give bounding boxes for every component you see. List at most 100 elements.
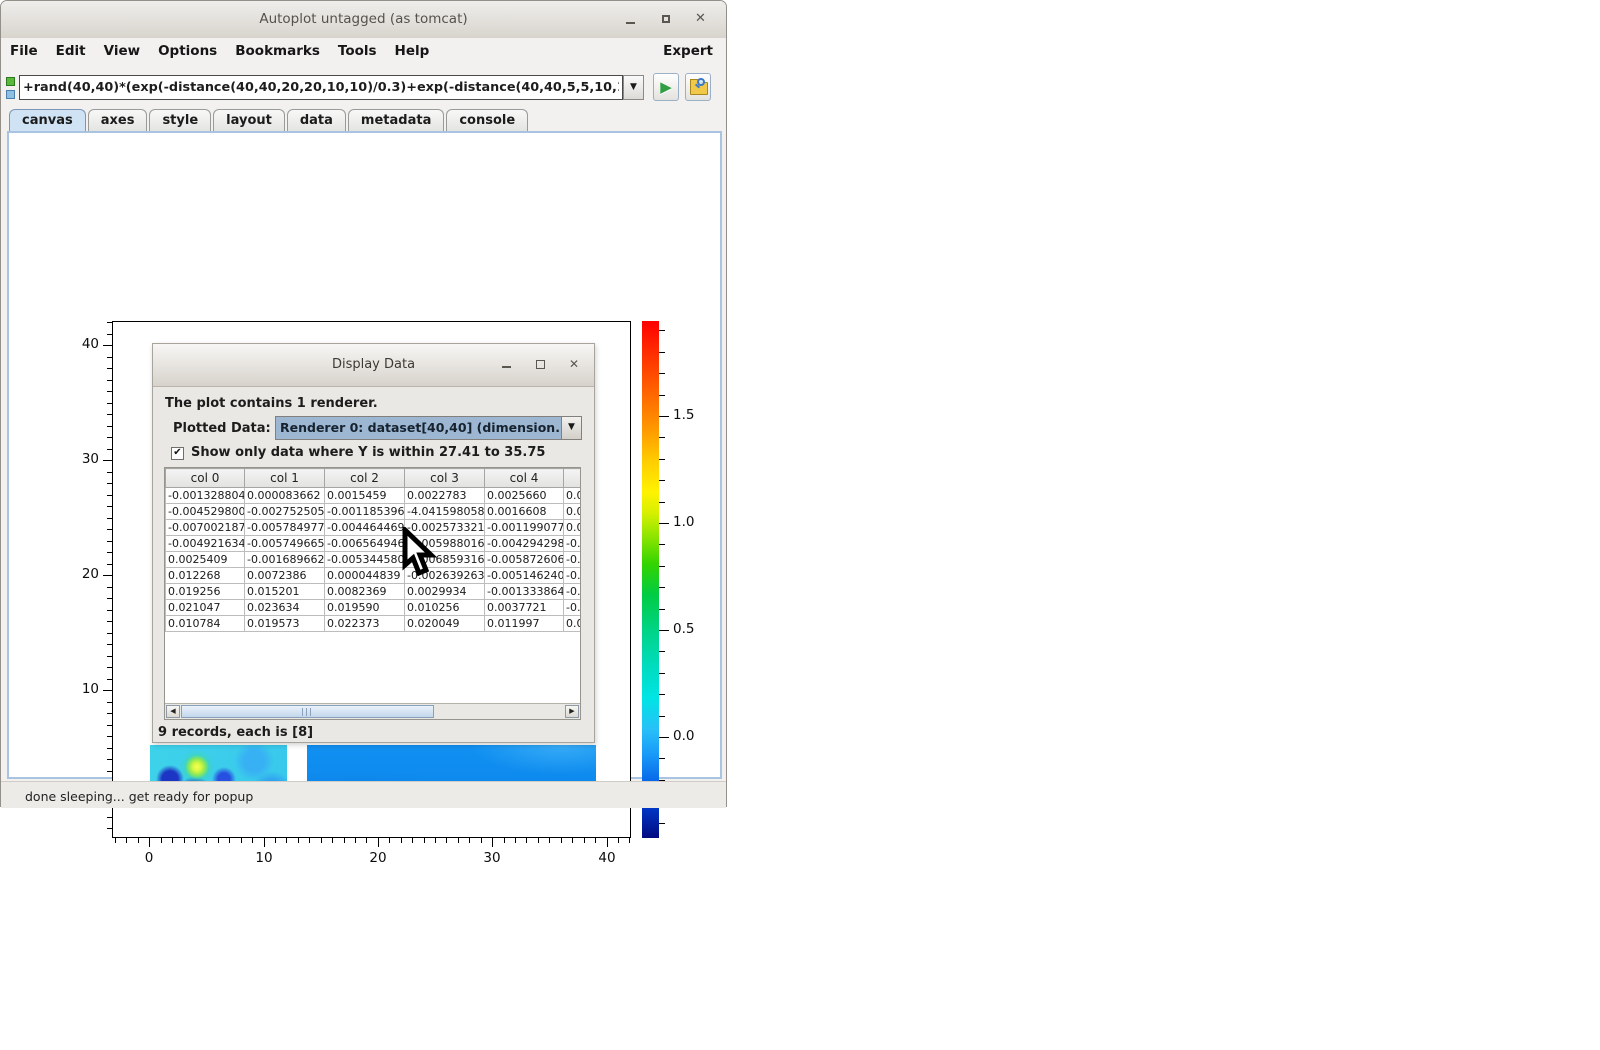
x-axis-tick: [229, 838, 230, 843]
table-cell[interactable]: -0.004294298...: [485, 536, 564, 552]
table-cell[interactable]: 0.00: [564, 520, 582, 536]
table-cell[interactable]: 0.000083662: [245, 488, 325, 504]
table-cell[interactable]: -0.001185396...: [325, 504, 405, 520]
table-cell[interactable]: 0.010256: [405, 600, 485, 616]
table-cell[interactable]: 0.015201: [245, 584, 325, 600]
table-cell[interactable]: -0.005749665...: [245, 536, 325, 552]
minimize-icon[interactable]: [623, 13, 639, 27]
table-cell[interactable]: 0.0025660: [485, 488, 564, 504]
tab-axes[interactable]: axes: [88, 109, 148, 131]
tab-metadata[interactable]: metadata: [348, 109, 444, 131]
y-filter-checkbox[interactable]: ✔: [171, 447, 184, 460]
table-cell[interactable]: 0.0016608: [485, 504, 564, 520]
table-cell[interactable]: -0.001199077...: [485, 520, 564, 536]
scrollbar-grip-icon: [302, 708, 311, 716]
table-row[interactable]: -0.004921634...-0.005749665...-0.0065649…: [166, 536, 582, 552]
window-titlebar[interactable]: Autoplot untagged (as tomcat) ✕: [1, 1, 726, 39]
table-cell[interactable]: 0.000044839: [325, 568, 405, 584]
table-cell[interactable]: 0.00: [564, 488, 582, 504]
expert-mode-toggle[interactable]: Expert: [663, 43, 713, 59]
table-cell[interactable]: 0.010784: [166, 616, 245, 632]
table-cell[interactable]: 0.019590: [325, 600, 405, 616]
close-icon[interactable]: ✕: [693, 13, 709, 27]
plotted-data-combobox[interactable]: Renderer 0: dataset[40,40] (dimension...…: [275, 416, 582, 440]
uri-input[interactable]: [19, 75, 623, 100]
table-row[interactable]: 0.0210470.0236340.0195900.0102560.003772…: [166, 600, 582, 616]
table-cell[interactable]: -0.002752505...: [245, 504, 325, 520]
menu-file[interactable]: File: [10, 43, 38, 59]
table-row[interactable]: 0.0122680.00723860.000044839-0.002639263…: [166, 568, 582, 584]
table-row[interactable]: 0.0025409-0.001689662...-0.005344580... -…: [166, 552, 582, 568]
table-cell[interactable]: -0.001333864...: [485, 584, 564, 600]
dialog-titlebar[interactable]: Display Data ✕: [153, 344, 594, 387]
tab-data[interactable]: data: [287, 109, 346, 131]
tab-style[interactable]: style: [149, 109, 211, 131]
x-axis-tick: [538, 838, 539, 843]
table-cell[interactable]: 0.0025409: [166, 552, 245, 568]
table-row[interactable]: 0.0107840.0195730.0223730.0200490.011997…: [166, 616, 582, 632]
dialog-maximize-icon[interactable]: [533, 358, 549, 373]
table-cell[interactable]: -0.005344580...: [325, 552, 405, 568]
table-cell[interactable]: -0.0: [564, 552, 582, 568]
table-cell[interactable]: -0.004464469...: [325, 520, 405, 536]
table-cell[interactable]: 0.0022783: [405, 488, 485, 504]
y-axis-tick: [107, 564, 112, 565]
table-row[interactable]: 0.0192560.0152010.00823690.0029934-0.001…: [166, 584, 582, 600]
menu-tools[interactable]: Tools: [338, 43, 377, 59]
table-cell[interactable]: 0.019256: [166, 584, 245, 600]
tab-layout[interactable]: layout: [213, 109, 285, 131]
table-row[interactable]: -0.007002187...-0.005784977...-0.0044644…: [166, 520, 582, 536]
table-cell[interactable]: -4.041598058...: [405, 504, 485, 520]
table-cell[interactable]: 0.019573: [245, 616, 325, 632]
table-cell[interactable]: -0.001689662...: [245, 552, 325, 568]
table-row[interactable]: -0.001328804...0.0000836620.00154590.002…: [166, 488, 582, 504]
table-cell[interactable]: 0.023634: [245, 600, 325, 616]
tab-console[interactable]: console: [446, 109, 528, 131]
menu-edit[interactable]: Edit: [56, 43, 86, 59]
table-cell[interactable]: 0.00: [564, 616, 582, 632]
table-cell[interactable]: -0.005146240...: [485, 568, 564, 584]
menu-view[interactable]: View: [104, 43, 140, 59]
table-cell[interactable]: -0.007002187...: [166, 520, 245, 536]
table-cell[interactable]: -0.0: [564, 568, 582, 584]
scrollbar-right-arrow-icon[interactable]: ▶: [565, 705, 579, 718]
table-cell[interactable]: 0.0015459: [325, 488, 405, 504]
table-cell[interactable]: 0.0082369: [325, 584, 405, 600]
table-cell[interactable]: -0.001328804...: [166, 488, 245, 504]
maximize-icon[interactable]: [659, 13, 675, 27]
table-cell[interactable]: 0.0029934: [405, 584, 485, 600]
table-cell[interactable]: 0.021047: [166, 600, 245, 616]
table-cell[interactable]: 0.022373: [325, 616, 405, 632]
uri-history-dropdown-icon[interactable]: ▼: [623, 75, 644, 100]
scrollbar-left-arrow-icon[interactable]: ◀: [166, 705, 180, 718]
table-cell[interactable]: -0.005784977...: [245, 520, 325, 536]
combobox-arrow-icon[interactable]: ▼: [561, 417, 581, 439]
table-cell[interactable]: 0.020049: [405, 616, 485, 632]
table-cell[interactable]: 0.0037721: [485, 600, 564, 616]
table-cell[interactable]: 0.0072386: [245, 568, 325, 584]
menu-help[interactable]: Help: [395, 43, 430, 59]
plot-canvas[interactable]: 0102030404030201001.51.00.50.0 Display D…: [7, 131, 722, 779]
horizontal-scrollbar[interactable]: ◀ ▶: [165, 703, 580, 719]
table-cell[interactable]: 0.011997: [485, 616, 564, 632]
dialog-close-icon[interactable]: ✕: [567, 358, 583, 373]
menu-bookmarks[interactable]: Bookmarks: [235, 43, 320, 59]
table-cell[interactable]: 0.012268: [166, 568, 245, 584]
y-axis-tick: [107, 391, 112, 392]
table-row[interactable]: -0.004529800...-0.002752505...-0.0011853…: [166, 504, 582, 520]
table-cell[interactable]: -0.005872606...: [485, 552, 564, 568]
table-cell[interactable]: -0.0: [564, 600, 582, 616]
scrollbar-thumb[interactable]: [181, 705, 434, 718]
table-cell[interactable]: 0.00: [564, 504, 582, 520]
table-cell[interactable]: -0.0: [564, 584, 582, 600]
browse-data-button[interactable]: [685, 73, 711, 101]
menu-options[interactable]: Options: [158, 43, 217, 59]
go-plot-button[interactable]: ▶: [653, 73, 679, 101]
tab-canvas[interactable]: canvas: [9, 109, 86, 131]
table-cell[interactable]: -0.006564946...: [325, 536, 405, 552]
dialog-minimize-icon[interactable]: [499, 358, 515, 373]
table-cell[interactable]: -0.004921634...: [166, 536, 245, 552]
table-cell[interactable]: -0.004529800...: [166, 504, 245, 520]
column-header: col 4: [485, 469, 564, 488]
table-cell[interactable]: -0.0: [564, 536, 582, 552]
